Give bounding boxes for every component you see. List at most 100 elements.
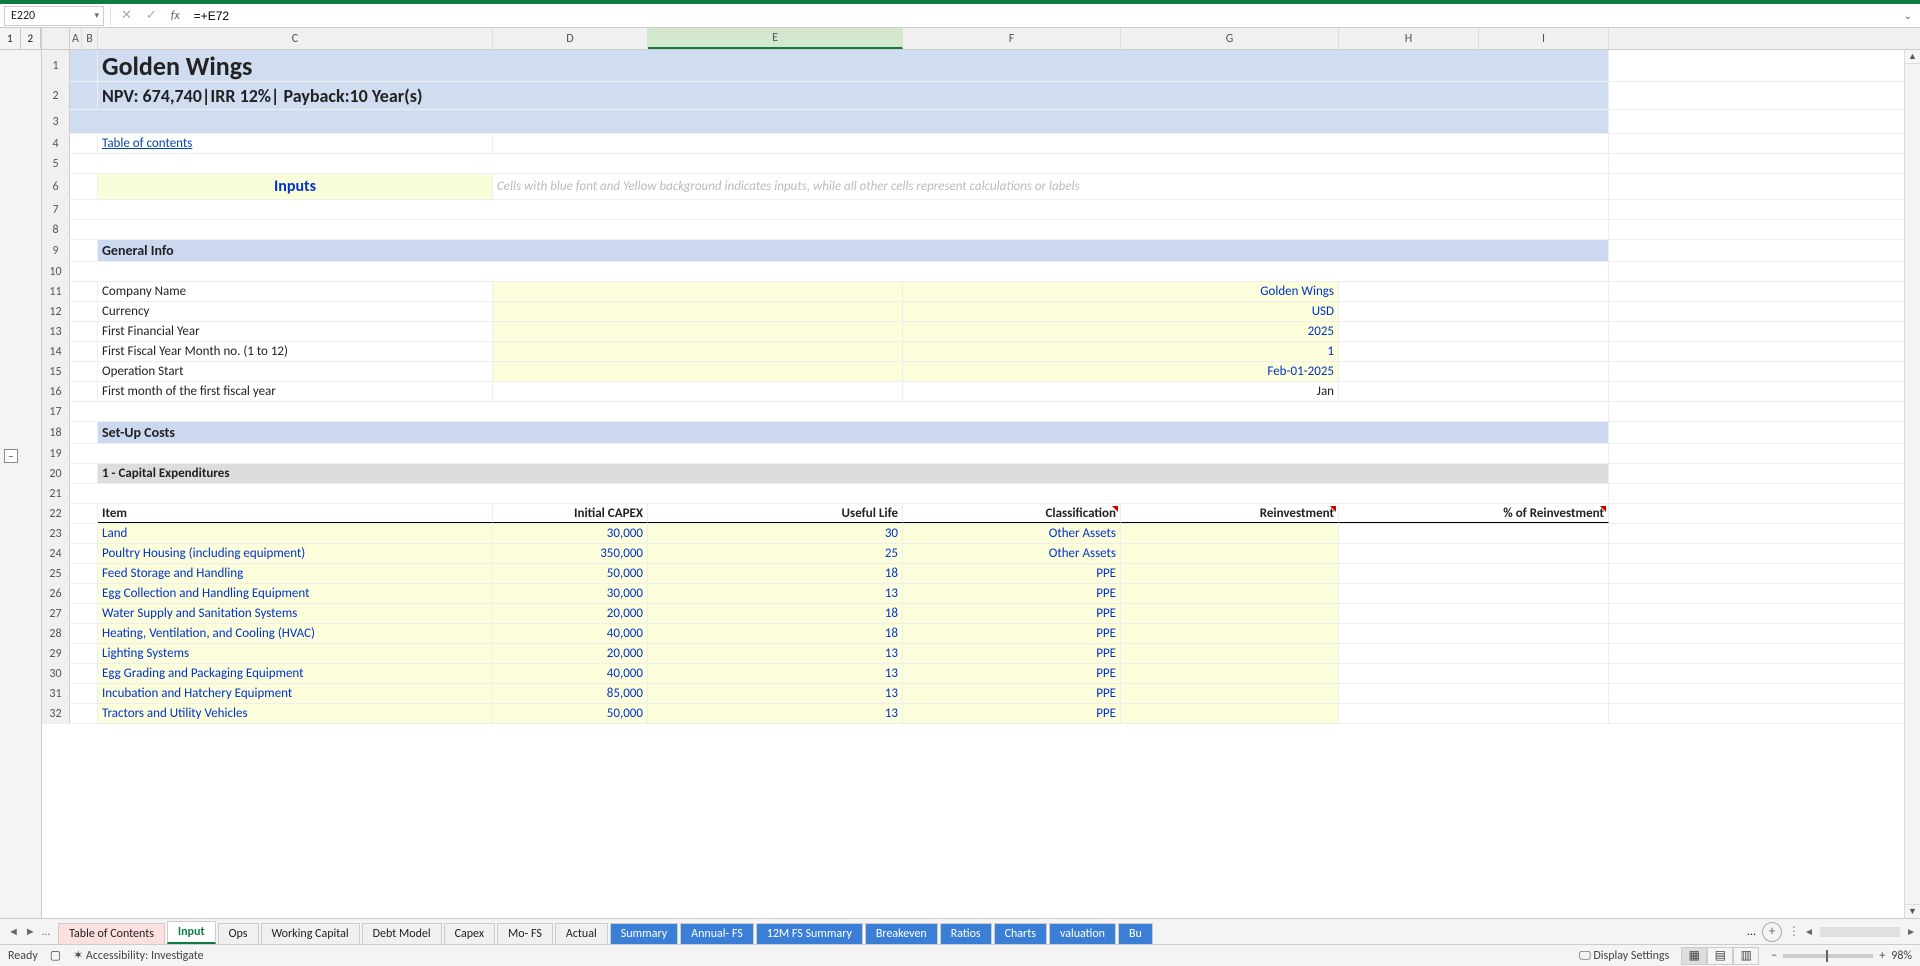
capex-life[interactable]: 30	[648, 524, 903, 543]
capex-life[interactable]: 18	[648, 624, 903, 643]
capex-item[interactable]: Feed Storage and Handling	[98, 564, 493, 583]
row-header[interactable]: 1	[42, 50, 70, 81]
column-header-C[interactable]: C	[98, 28, 493, 49]
general-value[interactable]: 2025	[903, 322, 1339, 341]
capex-life[interactable]: 18	[648, 604, 903, 623]
capex-value[interactable]: 20,000	[493, 644, 648, 663]
row-header[interactable]: 5	[42, 154, 70, 173]
sheet-tab[interactable]: Bu	[1118, 923, 1153, 944]
capex-item[interactable]: Poultry Housing (including equipment)	[98, 544, 493, 563]
sheet-tab[interactable]: Charts	[994, 923, 1047, 944]
capex-value[interactable]: 30,000	[493, 524, 648, 543]
capex-item[interactable]: Egg Collection and Handling Equipment	[98, 584, 493, 603]
row-header[interactable]: 3	[42, 110, 70, 133]
capex-life[interactable]: 13	[648, 664, 903, 683]
capex-class[interactable]: PPE	[903, 664, 1121, 683]
general-value[interactable]: Golden Wings	[903, 282, 1339, 301]
capex-class[interactable]: Other Assets	[903, 524, 1121, 543]
hscroll-track[interactable]	[1820, 927, 1900, 937]
formula-input[interactable]	[190, 9, 1898, 23]
capex-value[interactable]: 30,000	[493, 584, 648, 603]
row-header[interactable]: 23	[42, 524, 70, 543]
toc-link[interactable]: Table of contents	[98, 134, 493, 153]
general-value[interactable]: USD	[903, 302, 1339, 321]
capex-class[interactable]: PPE	[903, 564, 1121, 583]
row-header[interactable]: 4	[42, 134, 70, 153]
column-header-D[interactable]: D	[493, 28, 648, 49]
row-header[interactable]: 16	[42, 382, 70, 401]
capex-class[interactable]: PPE	[903, 584, 1121, 603]
sheet-tab[interactable]: Annual- FS	[680, 923, 754, 944]
column-header-B[interactable]: B	[82, 28, 98, 49]
capex-life[interactable]: 25	[648, 544, 903, 563]
row-header[interactable]: 7	[42, 200, 70, 219]
outline-collapse-button[interactable]: −	[4, 449, 18, 463]
row-header[interactable]: 13	[42, 322, 70, 341]
cancel-icon[interactable]: ✕	[117, 8, 136, 23]
sheet-tab[interactable]: Debt Model	[362, 923, 442, 944]
tab-overflow-ellipsis[interactable]: ...	[1747, 925, 1756, 939]
sheet-tab[interactable]: valuation	[1049, 923, 1116, 944]
capex-item[interactable]: Water Supply and Sanitation Systems	[98, 604, 493, 623]
row-header[interactable]: 20	[42, 464, 70, 483]
outline-level-1[interactable]: 1	[0, 28, 21, 49]
capex-value[interactable]: 350,000	[493, 544, 648, 563]
sheet-tab[interactable]: Working Capital	[261, 923, 360, 944]
tab-nav-next-icon[interactable]: ►	[23, 925, 38, 938]
row-header[interactable]: 25	[42, 564, 70, 583]
row-header[interactable]: 24	[42, 544, 70, 563]
capex-item[interactable]: Tractors and Utility Vehicles	[98, 704, 493, 723]
capex-item[interactable]: Land	[98, 524, 493, 543]
row-header[interactable]: 26	[42, 584, 70, 603]
capex-life[interactable]: 13	[648, 584, 903, 603]
row-header[interactable]: 10	[42, 262, 70, 281]
sheet-tab[interactable]: Capex	[444, 923, 495, 944]
grid-body[interactable]: 1Golden Wings2NPV: 674,740|IRR 12%| Payb…	[42, 50, 1920, 918]
capex-class[interactable]: PPE	[903, 704, 1121, 723]
capex-class[interactable]: PPE	[903, 644, 1121, 663]
capex-value[interactable]: 50,000	[493, 704, 648, 723]
capex-class[interactable]: PPE	[903, 684, 1121, 703]
row-header[interactable]: 22	[42, 504, 70, 523]
capex-item[interactable]: Incubation and Hatchery Equipment	[98, 684, 493, 703]
tab-nav-ellipsis[interactable]: ...	[40, 925, 52, 938]
zoom-in-button[interactable]: +	[1879, 949, 1885, 963]
row-header[interactable]: 19	[42, 444, 70, 463]
row-header[interactable]: 18	[42, 422, 70, 443]
expand-formula-icon[interactable]: ⌄	[1904, 9, 1916, 22]
tab-nav-prev-icon[interactable]: ◄	[6, 925, 21, 938]
row-header[interactable]: 8	[42, 220, 70, 239]
view-page-break-button[interactable]: ▥	[1733, 947, 1759, 965]
view-normal-button[interactable]: ▦	[1681, 947, 1707, 965]
hscroll-left-icon[interactable]: ◄	[1804, 925, 1814, 938]
sheet-tab[interactable]: Ratios	[940, 923, 992, 944]
capex-value[interactable]: 85,000	[493, 684, 648, 703]
sheet-tab[interactable]: Breakeven	[865, 923, 938, 944]
name-box[interactable]: E220	[4, 6, 104, 26]
column-header-I[interactable]: I	[1479, 28, 1609, 49]
general-value[interactable]: 1	[903, 342, 1339, 361]
row-header[interactable]: 14	[42, 342, 70, 361]
row-header[interactable]: 12	[42, 302, 70, 321]
row-header[interactable]: 31	[42, 684, 70, 703]
row-header[interactable]: 15	[42, 362, 70, 381]
sheet-tab[interactable]: Actual	[555, 923, 608, 944]
row-header[interactable]: 2	[42, 82, 70, 109]
zoom-out-button[interactable]: −	[1771, 949, 1777, 963]
sheet-tab[interactable]: Table of Contents	[58, 923, 165, 944]
capex-life[interactable]: 13	[648, 644, 903, 663]
capex-value[interactable]: 40,000	[493, 664, 648, 683]
general-value[interactable]: Feb-01-2025	[903, 362, 1339, 381]
row-header[interactable]: 32	[42, 704, 70, 723]
capex-value[interactable]: 50,000	[493, 564, 648, 583]
capex-value[interactable]: 40,000	[493, 624, 648, 643]
row-header[interactable]: 9	[42, 240, 70, 261]
scroll-down-icon[interactable]: ▼	[1905, 904, 1920, 918]
sheet-tab[interactable]: Summary	[610, 923, 678, 944]
accessibility-status[interactable]: ✶ Accessibility: Investigate	[73, 948, 204, 963]
row-header[interactable]: 30	[42, 664, 70, 683]
horizontal-scrollbar[interactable]: ◄ ►	[1800, 925, 1920, 938]
zoom-slider[interactable]	[1783, 954, 1873, 958]
sheet-tab[interactable]: Input	[167, 921, 216, 944]
row-header[interactable]: 21	[42, 484, 70, 503]
